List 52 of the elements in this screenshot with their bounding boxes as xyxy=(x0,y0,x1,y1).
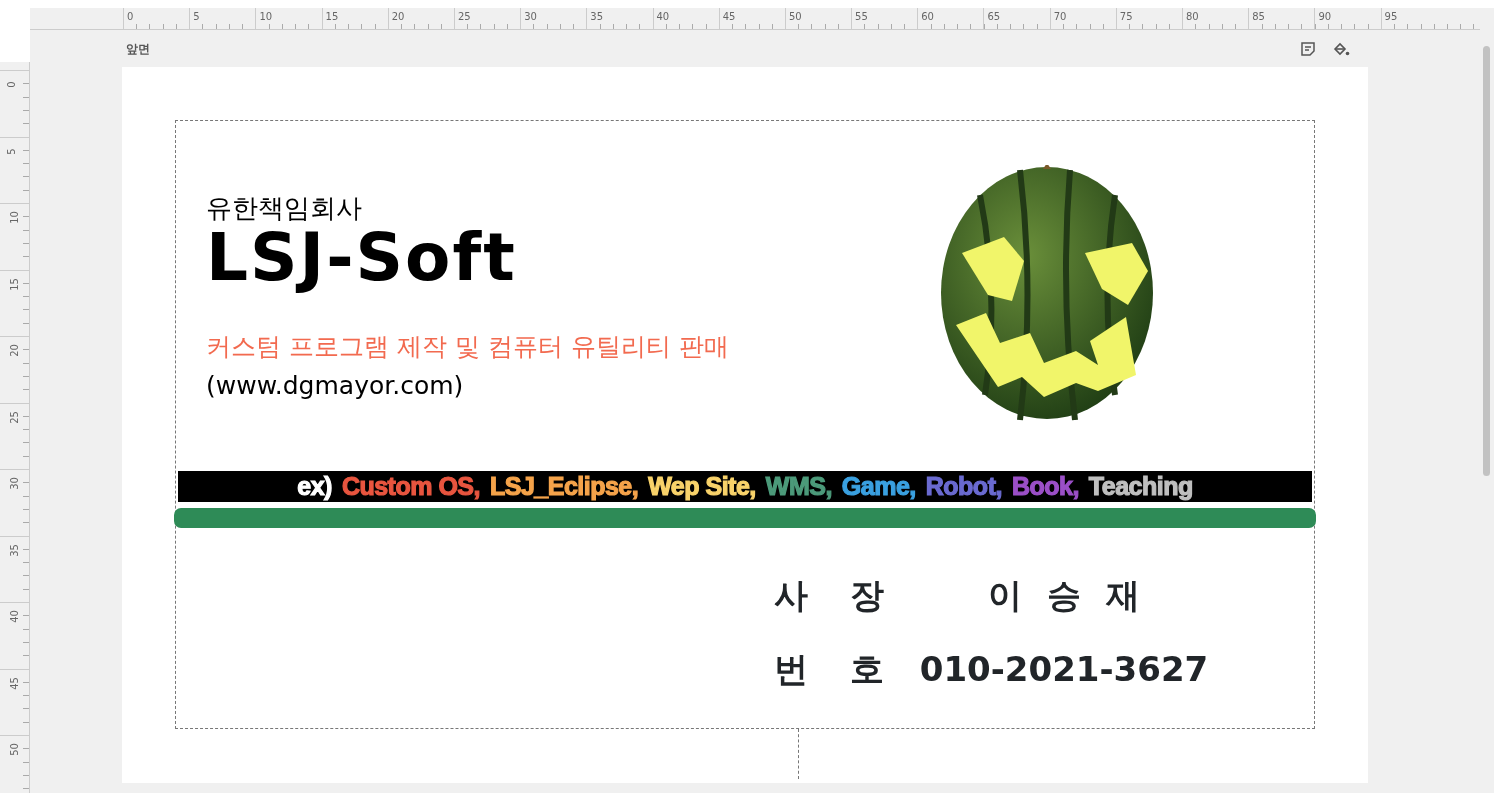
ruler-label: 5 xyxy=(4,147,18,155)
company-logo-text: LSJ-Soft xyxy=(206,223,518,293)
ruler-label: 20 xyxy=(391,11,405,22)
website-text: (www.dgmayor.com) xyxy=(206,370,465,402)
ruler-label: 75 xyxy=(1119,11,1133,22)
service-text: Custom OS, xyxy=(341,474,480,499)
ruler-label: 45 xyxy=(7,676,21,690)
ruler-label: 70 xyxy=(1053,11,1067,22)
ruler-label: 15 xyxy=(7,277,21,291)
tagline-text: 커스텀 프로그램 제작 및 컴퓨터 유틸리티 판매 xyxy=(206,331,729,363)
contact-value: 이 승 재 xyxy=(986,573,1142,617)
page-side-label: 앞면 xyxy=(126,40,150,58)
service-text: Robot, xyxy=(925,474,1002,499)
ruler-label: 60 xyxy=(921,11,934,22)
ruler-label: 10 xyxy=(259,11,273,22)
ruler-label: 65 xyxy=(987,11,1001,22)
ruler-label: 0 xyxy=(127,11,134,22)
note-icon[interactable] xyxy=(1300,40,1316,57)
ruler-label: 55 xyxy=(855,11,868,22)
service-text: Game, xyxy=(841,474,916,499)
service-text: Teaching xyxy=(1088,474,1193,499)
ruler-label: 30 xyxy=(7,477,21,490)
ruler-label: 50 xyxy=(7,743,21,756)
paint-bucket-icon[interactable] xyxy=(1332,40,1350,57)
ruler-label: 45 xyxy=(722,11,736,22)
ruler-label: 0 xyxy=(4,81,18,88)
ruler-label: 40 xyxy=(7,610,21,623)
ruler-label: 30 xyxy=(524,11,537,22)
ruler-label: 35 xyxy=(7,543,21,557)
ruler-label: 35 xyxy=(590,11,604,22)
ruler-label: 15 xyxy=(325,11,339,22)
contact-label: 사 장 xyxy=(774,573,896,617)
company-type-text: 유한책임회사 xyxy=(206,193,363,223)
contact-label: 번 호 xyxy=(774,647,896,691)
contact-value: 010-2021-3627 xyxy=(919,647,1209,691)
ruler-label: 90 xyxy=(1318,11,1332,22)
service-text: Book, xyxy=(1011,474,1079,499)
service-text: LSJ_Eclipse, xyxy=(489,474,639,499)
scrollbar-thumb[interactable] xyxy=(1483,46,1490,476)
service-text: ex) xyxy=(297,474,332,499)
ruler-label: 20 xyxy=(7,344,21,357)
ruler-label: 25 xyxy=(457,11,471,22)
ruler-label: 85 xyxy=(1252,11,1265,22)
ruler-label: 80 xyxy=(1186,11,1199,22)
service-text: WMS, xyxy=(765,474,832,499)
ruler-label: 10 xyxy=(7,211,21,224)
ruler-label: 40 xyxy=(656,11,670,22)
ruler-label: 95 xyxy=(1384,11,1398,22)
ruler-label: 5 xyxy=(193,11,200,22)
service-text: Wep Site, xyxy=(648,474,756,499)
ruler-label: 25 xyxy=(7,410,21,424)
ruler-label: 50 xyxy=(788,11,802,22)
